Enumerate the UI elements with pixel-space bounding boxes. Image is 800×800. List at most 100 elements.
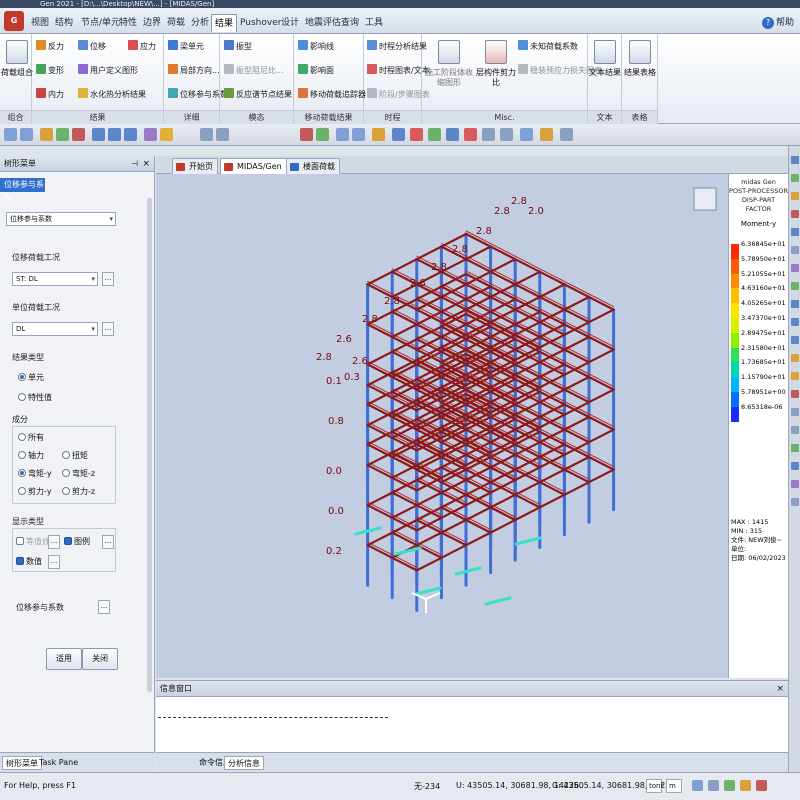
apply-button[interactable]: 适用 [46,648,82,670]
layer-icon[interactable] [520,128,533,141]
close-button[interactable]: 关闭 [82,648,118,670]
unit-case-select[interactable]: DL ▾ [12,322,98,336]
heat-hydration-button[interactable]: 水化热分析结果 [78,88,146,102]
result-table-button[interactable]: 结果表格 [623,38,657,104]
element-icon[interactable] [216,128,229,141]
component-all-radio[interactable]: 所有 [18,432,44,444]
internal-force-button[interactable]: 内力 [36,88,64,102]
result-type-element-radio[interactable]: 单元 [18,372,44,384]
app-logo[interactable]: G [4,11,24,31]
component-moment-y-radio[interactable]: 弯矩-y [18,468,52,480]
tab-load[interactable]: 荷载 [164,14,188,32]
disp-participation-button[interactable]: 位移参与系数 [168,88,228,102]
hide-icon[interactable] [791,264,799,272]
mode-damping-button[interactable]: 振型阻尼比... [224,64,284,78]
grid-toggle-icon[interactable] [724,780,735,791]
moving-load-tracer-button[interactable]: 移动荷载追踪器 [298,88,366,102]
side-view-icon[interactable] [791,318,799,326]
hidden-icon[interactable] [410,128,423,141]
disp-case-more-button[interactable]: ... [102,272,114,286]
legend-checkbox[interactable]: 图例 [64,536,90,548]
pin-icon[interactable]: ⊣ [131,156,138,172]
tab-boundary[interactable]: 边界 [140,14,164,32]
component-shear-y-radio[interactable]: 剪力-y [18,486,52,498]
view-cube-icon[interactable] [693,187,717,211]
material-icon[interactable] [791,426,799,434]
local-direction-button[interactable]: 局部方向... [168,64,220,78]
disp-participation-more-button[interactable]: ... [98,600,110,614]
undo-icon[interactable] [4,128,17,141]
filter-icon[interactable] [500,128,513,141]
user-defined-graph-button[interactable]: 用户定义图形 [78,64,138,78]
component-axial-radio[interactable]: 轴力 [18,450,44,462]
tab-analysis-message[interactable]: 分析信息 [224,756,264,770]
component-moment-z-radio[interactable]: 弯矩-z [62,468,95,480]
response-spectrum-node-button[interactable]: 反应谱节点结果 [224,88,292,102]
shade-icon[interactable] [160,128,173,141]
element-number-icon[interactable] [791,372,799,380]
options-icon[interactable] [791,498,799,506]
zoom-window-icon[interactable] [791,192,799,200]
activate-icon[interactable] [428,128,441,141]
rotate-view-icon[interactable] [791,228,799,236]
tab-results[interactable]: 结果 [211,14,238,32]
label-icon[interactable] [482,128,495,141]
tab-task-pane[interactable]: Task Pane [36,756,81,770]
beam-element-button[interactable]: 梁单元 [168,40,204,54]
shading-icon[interactable] [791,282,799,290]
function-select[interactable]: 位移参与系数 ▾ [6,212,116,226]
values-checkbox[interactable]: 数值 [16,556,42,568]
tab-query[interactable]: 查询 [338,14,362,32]
light-icon[interactable] [540,128,553,141]
layer-toggle-icon[interactable] [791,480,799,488]
contour-more-button[interactable]: ... [48,535,60,549]
node-icon[interactable] [200,128,213,141]
story-shear-ratio-button[interactable]: 层构件剪力比 [476,38,516,104]
tab-properties[interactable]: 特性 [116,14,140,32]
top-view-icon[interactable] [791,336,799,344]
structure-model[interactable]: 2.82.82.82.82.82.82.82.62.82.02.80.1 0.30… [156,174,728,678]
close-icon[interactable]: × [776,681,784,697]
influence-line-button[interactable]: 影响线 [298,40,334,54]
view-iso-icon[interactable] [92,128,105,141]
text-result-button[interactable]: 文本结果 [588,38,622,104]
reaction-button[interactable]: 反力 [36,40,64,54]
tab-start-page[interactable]: 开始页 [172,158,218,174]
load-combination-button[interactable]: 荷载组合 [0,38,34,104]
result-type-eigen-radio[interactable]: 特性值 [18,392,52,404]
pan-view-icon[interactable] [791,210,799,218]
delete-icon[interactable] [300,128,313,141]
help-button[interactable]: ? 帮助 [761,14,794,32]
tab-design[interactable]: 设计 [278,14,302,32]
select-icon[interactable] [40,128,53,141]
zoom-icon[interactable] [56,128,69,141]
pan-icon[interactable] [72,128,85,141]
perspective-icon[interactable] [791,246,799,254]
values-more-button[interactable]: ... [48,555,60,569]
close-icon[interactable]: × [142,156,150,172]
view-front-icon[interactable] [124,128,137,141]
group-icon[interactable] [791,462,799,470]
component-shear-z-radio[interactable]: 剪力-z [62,486,95,498]
displacement-button[interactable]: 位移 [78,40,106,54]
unit-settings-icon[interactable] [692,780,703,791]
disp-case-select[interactable]: ST: DL ▾ [12,272,98,286]
unknown-load-factor-button[interactable]: 未知荷载系数 [518,40,578,54]
tab-structure[interactable]: 结构 [52,14,76,32]
unit-case-more-button[interactable]: ... [102,322,114,336]
tab-view[interactable]: 视图 [28,14,52,32]
length-unit-select[interactable]: m [666,779,682,793]
construction-shrinkage-button[interactable]: 施工阶段体收缩图形 [424,38,474,104]
stage-step-graph-button[interactable]: 阶段/步骤图表 [367,88,430,102]
time-history-graph-button[interactable]: 时程图表/文本 [367,64,430,78]
stress-button[interactable]: 应力 [128,40,156,54]
section-icon[interactable] [791,408,799,416]
copy-icon[interactable] [316,128,329,141]
tab-analysis[interactable]: 分析 [188,14,212,32]
snap-icon[interactable] [352,128,365,141]
measure-icon[interactable] [372,128,385,141]
redo-icon[interactable] [20,128,33,141]
view-cube-icon[interactable] [791,156,799,164]
model-viewport[interactable]: 2.8 2.8 2.8 2.8 2.8 2.8 2.8 2.6 2.8 2.0 2.8 0.1 0.3 0… [156,174,728,678]
view-top-icon[interactable] [108,128,121,141]
